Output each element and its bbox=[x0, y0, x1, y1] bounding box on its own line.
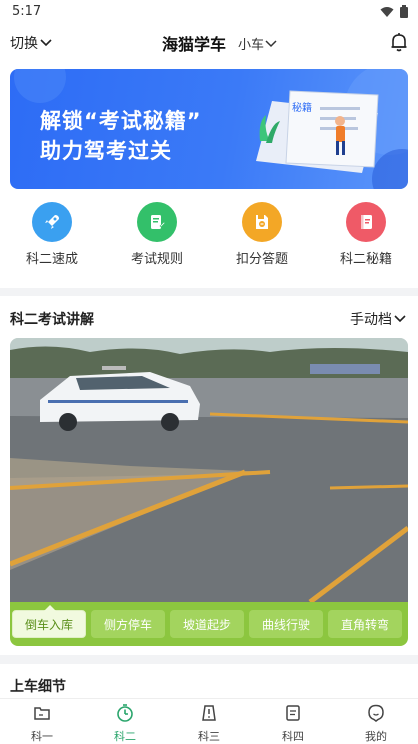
section-title: 科二考试讲解 bbox=[10, 312, 94, 328]
timer-icon bbox=[117, 704, 133, 722]
quick-actions: 科二速成 考试规则 扣分答题 科二秘籍 bbox=[0, 202, 418, 282]
status-icons bbox=[380, 5, 408, 18]
switch-label: 切换 bbox=[10, 36, 38, 52]
detail-title: 上车细节 bbox=[10, 679, 66, 695]
quick-circle bbox=[32, 202, 72, 242]
quick-label: 科二速成 bbox=[25, 252, 78, 267]
nav-item-mine[interactable]: 我的 bbox=[346, 703, 406, 744]
book-icon bbox=[361, 215, 372, 229]
car-type-select[interactable]: 小车 bbox=[238, 34, 277, 53]
gear-label: 手动档 bbox=[350, 312, 392, 328]
quick-label: 扣分答题 bbox=[235, 252, 288, 267]
chevron-down-icon bbox=[265, 39, 277, 47]
nav-label: 科三 bbox=[198, 730, 220, 743]
quick-action-subject2-guide[interactable]: 科二秘籍 bbox=[316, 202, 416, 267]
rocket-icon bbox=[45, 215, 59, 229]
exam-section: 科二考试讲解 手动档 倒车入库 侧方停车 坡道起步 曲线行驶 直角转弯 bbox=[0, 296, 418, 655]
floppy-minus-icon bbox=[256, 215, 268, 229]
battery-icon bbox=[400, 5, 408, 18]
tab-side-parking[interactable]: 侧方停车 bbox=[91, 610, 165, 638]
quick-label: 科二秘籍 bbox=[339, 252, 392, 267]
video-frame bbox=[10, 338, 408, 602]
quick-action-exam-rules[interactable]: 考试规则 bbox=[107, 202, 207, 267]
chevron-down-icon bbox=[40, 39, 52, 47]
top-bar: 切换 海猫学车 小车 bbox=[0, 24, 418, 62]
exam-video[interactable] bbox=[10, 338, 408, 602]
tab-label: 曲线行驶 bbox=[261, 617, 310, 632]
detail-section: 上车细节 bbox=[0, 664, 418, 698]
nav-item-subject2[interactable]: 科二 bbox=[95, 703, 155, 744]
status-bar: 5:17 bbox=[0, 0, 418, 24]
nav-label: 科四 bbox=[282, 730, 304, 743]
quick-label: 考试规则 bbox=[130, 252, 183, 267]
car-type-label: 小车 bbox=[238, 38, 265, 53]
nav-item-subject3[interactable]: 科三 bbox=[179, 703, 239, 744]
tab-label: 侧方停车 bbox=[103, 617, 152, 632]
tab-active-caret bbox=[44, 605, 56, 611]
quick-circle bbox=[137, 202, 177, 242]
note-icon bbox=[286, 705, 300, 721]
bottom-nav: 科一 科二 科三 科四 我的 bbox=[0, 698, 418, 744]
document-pen-icon bbox=[151, 215, 166, 229]
nav-label: 我的 bbox=[365, 730, 387, 743]
main-card: 解锁“考试秘籍” 助力驾考过关 秘籍 科二速成 考试规则 扣分答题 科二秘籍 bbox=[0, 62, 418, 288]
bell-icon[interactable] bbox=[390, 32, 408, 52]
tab-label: 倒车入库 bbox=[24, 617, 73, 632]
profile-icon bbox=[368, 704, 384, 722]
gear-select[interactable]: 手动档 bbox=[350, 309, 406, 329]
tab-right-angle-turn[interactable]: 直角转弯 bbox=[328, 610, 402, 638]
chevron-down-icon bbox=[394, 315, 406, 323]
banner-headline: 解锁“考试秘籍” bbox=[40, 109, 202, 133]
folder-icon bbox=[34, 707, 50, 720]
road-sign-icon bbox=[202, 705, 216, 721]
app-title: 海猫学车 bbox=[162, 35, 227, 54]
tab-reverse-parking[interactable]: 倒车入库 bbox=[12, 605, 86, 638]
quick-action-deduction-quiz[interactable]: 扣分答题 bbox=[212, 202, 312, 267]
quick-circle bbox=[242, 202, 282, 242]
nav-item-subject4[interactable]: 科四 bbox=[263, 703, 323, 744]
nav-label: 科一 bbox=[31, 730, 53, 743]
status-time: 5:17 bbox=[12, 4, 42, 19]
tab-curve-driving[interactable]: 曲线行驶 bbox=[249, 610, 323, 638]
book-text: 秘籍 bbox=[292, 101, 312, 114]
tab-label: 坡道起步 bbox=[182, 617, 231, 632]
book-illustration: 秘籍 bbox=[256, 90, 379, 173]
nav-label: 科二 bbox=[114, 730, 136, 743]
banner-subheadline: 助力驾考过关 bbox=[40, 139, 172, 163]
quick-action-subject2-fast[interactable]: 科二速成 bbox=[2, 202, 102, 267]
lesson-tab-bar: 倒车入库 侧方停车 坡道起步 曲线行驶 直角转弯 bbox=[10, 602, 408, 646]
switch-button[interactable]: 切换 bbox=[10, 33, 52, 53]
quick-circle bbox=[346, 202, 386, 242]
tab-hill-start[interactable]: 坡道起步 bbox=[170, 610, 244, 638]
promo-banner[interactable]: 解锁“考试秘籍” 助力驾考过关 秘籍 bbox=[10, 69, 408, 189]
tab-label: 直角转弯 bbox=[340, 617, 389, 632]
wifi-icon bbox=[380, 6, 394, 17]
nav-item-subject1[interactable]: 科一 bbox=[12, 703, 72, 744]
